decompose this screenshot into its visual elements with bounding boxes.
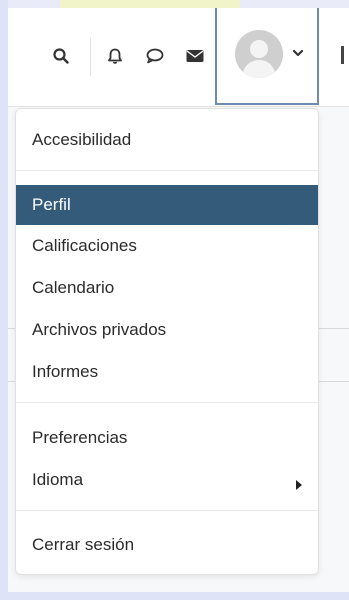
menu-item-label: Preferencias: [32, 428, 128, 447]
user-menu-toggle[interactable]: [215, 8, 319, 105]
menu-item-label: Cerrar sesión: [32, 535, 135, 554]
screen-top-accent: [60, 0, 240, 8]
menu-item-label: Informes: [32, 362, 99, 381]
menu-divider: [16, 402, 318, 403]
screen-left-edge: [0, 0, 8, 600]
search-icon[interactable]: [51, 46, 71, 66]
menu-item-profile[interactable]: Perfil: [16, 185, 318, 225]
menu-item-accessibility[interactable]: Accesibilidad: [16, 120, 318, 160]
bell-icon[interactable]: [105, 46, 125, 66]
avatar: [235, 30, 283, 78]
menu-item-preferences[interactable]: Preferencias: [16, 418, 318, 458]
menu-item-label: Calendario: [32, 278, 115, 297]
menu-divider: [16, 510, 318, 511]
menu-item-label: Archivos privados: [32, 320, 167, 339]
menu-item-label: Perfil: [32, 195, 71, 214]
partial-nav-icon: [339, 46, 349, 64]
menu-item-language[interactable]: Idioma: [16, 460, 318, 500]
envelope-icon[interactable]: [185, 46, 205, 66]
menu-item-reports[interactable]: Informes: [16, 352, 318, 392]
menu-divider: [16, 170, 318, 171]
menu-item-label: Accesibilidad: [32, 130, 132, 149]
menu-item-grades[interactable]: Calificaciones: [16, 226, 318, 266]
menu-item-calendar[interactable]: Calendario: [16, 268, 318, 308]
navbar-divider: [90, 38, 91, 76]
caret-right-icon: [296, 475, 302, 490]
menu-item-label: Idioma: [32, 470, 84, 489]
chevron-down-icon: [291, 46, 305, 60]
menu-item-private-files[interactable]: Archivos privados: [16, 310, 318, 350]
menu-item-logout[interactable]: Cerrar sesión: [16, 525, 318, 565]
menu-item-label: Calificaciones: [32, 236, 137, 255]
user-menu-dropdown: Accesibilidad Perfil Calificaciones Cale…: [15, 108, 319, 575]
screen-bottom-edge: [0, 592, 349, 600]
chat-icon[interactable]: [145, 46, 165, 66]
